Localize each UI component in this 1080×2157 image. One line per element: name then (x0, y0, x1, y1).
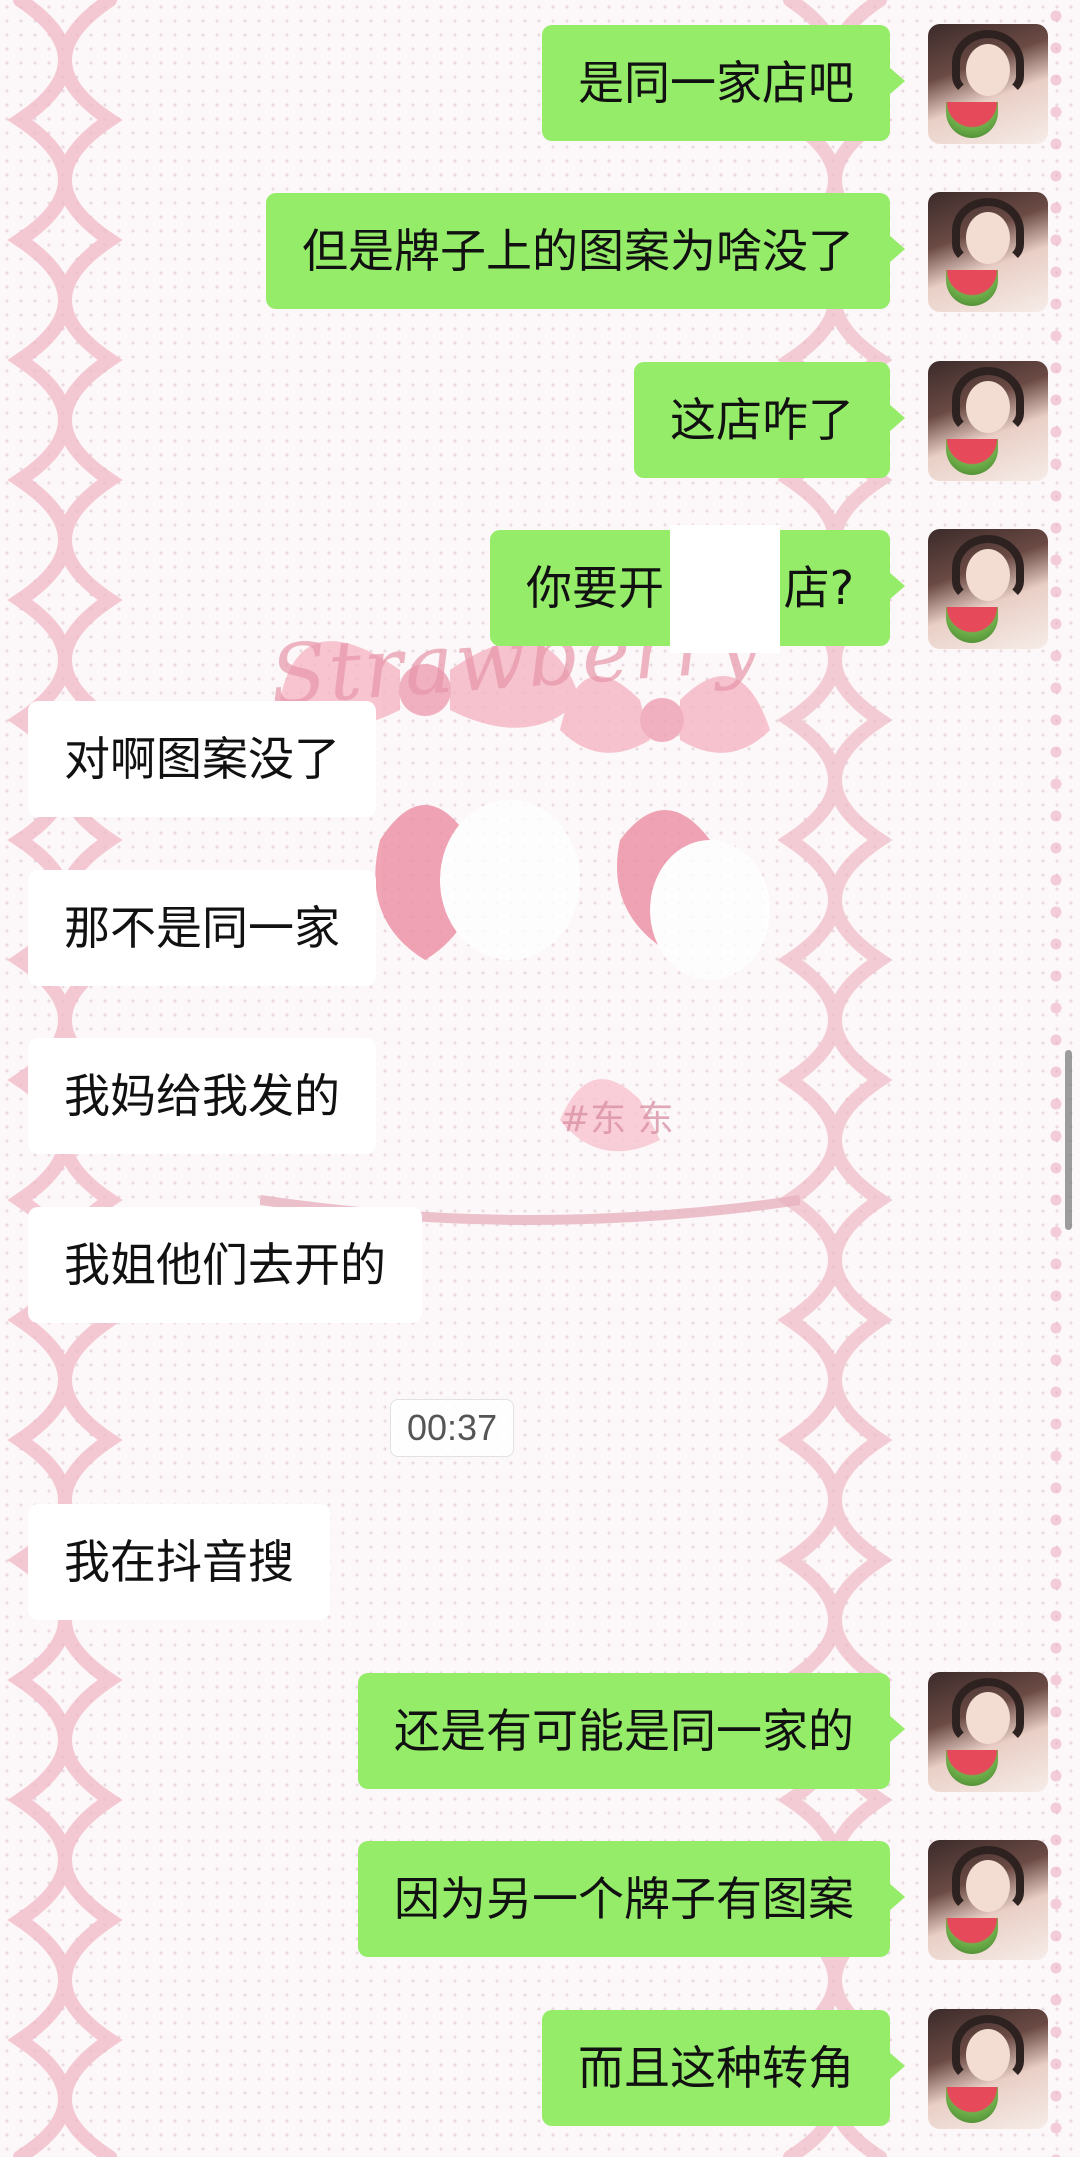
user-avatar-icon[interactable] (928, 192, 1048, 312)
message-bubble-incoming[interactable]: 那不是同一家 (28, 870, 376, 986)
ribbon-pattern-right (777, 0, 893, 2157)
message-bubble-outgoing[interactable]: 是同一家店吧 (542, 25, 905, 141)
message-bubble-incoming[interactable]: 我在抖音搜 (28, 1504, 330, 1620)
redaction-mask (670, 525, 780, 653)
message-bubble-incoming[interactable]: 对啊图案没了 (28, 701, 376, 817)
message-bubble-outgoing[interactable]: 还是有可能是同一家的 (358, 1673, 905, 1789)
message-bubble-incoming[interactable]: 我姐他们去开的 (28, 1207, 422, 1323)
message-timestamp: 00:37 (390, 1399, 515, 1457)
message-bubble-outgoing[interactable]: 但是牌子上的图案为啥没了 (266, 193, 905, 309)
message-bubble-outgoing[interactable]: 这店咋了 (634, 362, 905, 478)
message-bubble-outgoing[interactable]: 因为另一个牌子有图案 (358, 1841, 905, 1957)
user-avatar-icon[interactable] (928, 1672, 1048, 1792)
message-bubble-incoming[interactable]: 我妈给我发的 (28, 1038, 376, 1154)
message-bubble-outgoing[interactable]: 而且这种转角 (542, 2010, 905, 2126)
user-avatar-icon[interactable] (928, 24, 1048, 144)
user-avatar-icon[interactable] (928, 361, 1048, 481)
wallpaper-hashtag: #东 东 (560, 1099, 674, 1140)
lace-border (1040, 0, 1080, 2157)
user-avatar-icon[interactable] (928, 529, 1048, 649)
scrollbar[interactable] (1065, 1050, 1072, 1230)
user-avatar-icon[interactable] (928, 1840, 1048, 1960)
user-avatar-icon[interactable] (928, 2009, 1048, 2129)
